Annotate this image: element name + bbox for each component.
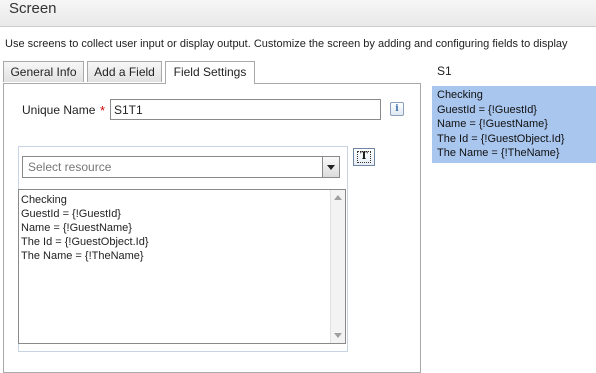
tab-field-settings[interactable]: Field Settings	[165, 61, 255, 84]
preview-line: GuestId = {!GuestId}	[437, 103, 537, 116]
text-format-icon: T	[357, 151, 371, 163]
textarea-line: GuestId = {!GuestId}	[21, 208, 121, 220]
screen-header: Screen	[0, 0, 596, 27]
preview-display-field[interactable]: Checking GuestId = {!GuestId} Name = {!G…	[432, 86, 596, 163]
preview-line: Name = {!GuestName}	[437, 118, 548, 130]
textarea-line: Checking	[21, 194, 67, 206]
unique-name-label: Unique Name	[22, 103, 96, 117]
chevron-down-icon[interactable]	[322, 157, 339, 177]
scroll-down-arrow-icon[interactable]	[334, 333, 342, 338]
preview-line: The Name = {!TheName}	[437, 147, 560, 159]
textarea-line: The Name = {!TheName}	[21, 250, 144, 262]
scroll-up-arrow-icon[interactable]	[334, 195, 342, 200]
info-icon[interactable]: i	[390, 102, 404, 116]
page-title: Screen	[9, 0, 57, 17]
select-resource-placeholder: Select resource	[28, 160, 112, 174]
required-indicator: *	[100, 103, 106, 118]
select-resource-dropdown[interactable]: Select resource	[22, 156, 340, 178]
tab-general-info[interactable]: General Info	[3, 61, 84, 82]
textarea-line: The Id = {!GuestObject.Id}	[21, 236, 149, 248]
preview-line: Checking	[437, 89, 483, 101]
textarea-line: Name = {!GuestName}	[21, 222, 132, 234]
textarea-scrollbar[interactable]	[330, 190, 345, 343]
screen-description: Use screens to collect user input or dis…	[5, 38, 568, 50]
tab-add-a-field[interactable]: Add a Field	[87, 61, 162, 82]
unique-name-input[interactable]	[110, 99, 381, 120]
display-text-area[interactable]: Checking GuestId = {!GuestId} Name = {!G…	[18, 189, 346, 344]
preview-line: The Id = {!GuestObject.Id}	[437, 132, 565, 145]
preview-screen-label: S1	[437, 64, 452, 78]
insert-text-button[interactable]: T	[353, 148, 375, 166]
